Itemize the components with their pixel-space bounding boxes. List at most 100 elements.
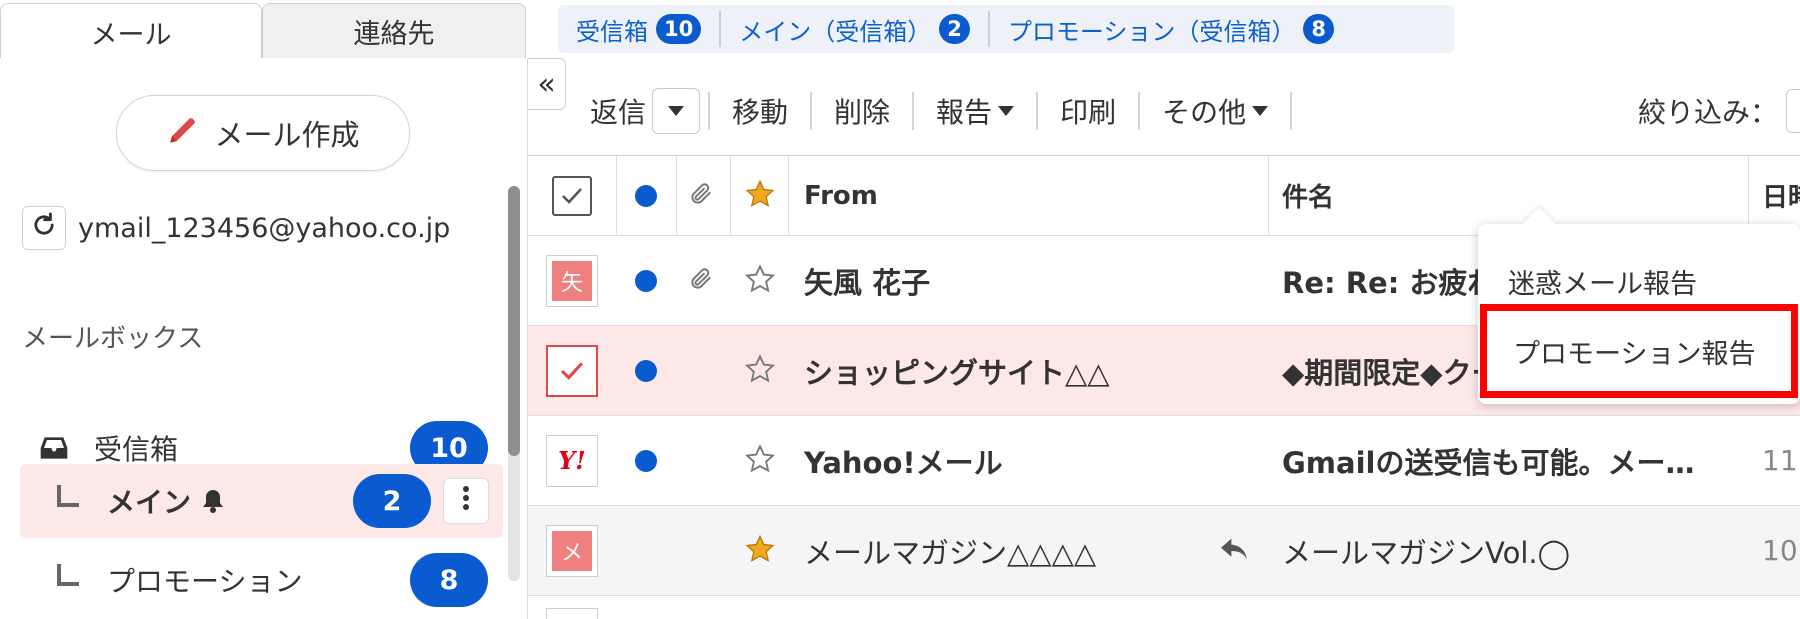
move-button[interactable]: 移動 [710, 91, 810, 131]
unread-column-icon[interactable] [635, 184, 657, 207]
tab-contacts[interactable]: 連絡先 [262, 3, 526, 58]
table-row[interactable] [528, 595, 1800, 619]
select-all-checkbox[interactable] [546, 170, 598, 222]
star-icon[interactable] [744, 263, 776, 299]
compose-button[interactable]: メール作成 [116, 95, 410, 171]
menu-item-promotion-report[interactable]: プロモーション報告 [1480, 304, 1798, 398]
divider [730, 156, 731, 235]
sidebar-item-label: メイン [107, 486, 192, 519]
double-chevron-left-icon: « [537, 66, 556, 102]
message-from: 矢風 花子 [804, 265, 931, 300]
sender-avatar[interactable]: メ [546, 524, 598, 577]
folder-summary-bar: 受信箱 10 メイン（受信箱） 2 プロモーション（受信箱） 8 [558, 5, 1454, 53]
report-menu: 迷惑メール報告 プロモーション報告 [1478, 224, 1800, 404]
tab-mail[interactable]: メール [0, 3, 262, 61]
main-pane: « 返信 移動 削除 報告 印刷 その他 絞り込み： From 件名 日 矢 矢… [528, 58, 1800, 619]
promotion-count-badge: 8 [410, 553, 488, 607]
inbox-icon [38, 434, 70, 462]
avatar: メ [546, 524, 598, 577]
reply-dropdown-button[interactable] [652, 88, 701, 134]
tree-connector [57, 485, 79, 507]
checkbox-checked [546, 344, 598, 397]
summary-inbox[interactable]: 受信箱 10 [558, 5, 719, 53]
filter-select[interactable] [1786, 89, 1800, 133]
refresh-button[interactable] [22, 206, 66, 250]
sidebar-item-label: 受信箱 [94, 433, 179, 466]
summary-inbox-label: 受信箱 [576, 17, 648, 46]
menu-item-spam-report[interactable]: 迷惑メール報告 [1508, 262, 1697, 301]
column-header-subject[interactable]: 件名 [1282, 177, 1334, 214]
star-column-icon[interactable] [744, 178, 776, 214]
divider [788, 156, 789, 235]
account-row: ymail_123456@yahoo.co.jp [22, 206, 450, 250]
reply-label: 返信 [590, 96, 647, 129]
message-from: Yahoo!メール [804, 445, 1003, 480]
menu-item-promotion-report-label: プロモーション報告 [1513, 338, 1756, 370]
filter-control[interactable]: 絞り込み： [1638, 76, 1800, 146]
collapse-sidebar-button[interactable]: « [528, 58, 566, 110]
divider [1290, 92, 1293, 130]
divider [1268, 156, 1269, 235]
row-checkbox[interactable] [546, 344, 598, 397]
sidebar-item-promotion[interactable]: プロモーション 8 [20, 544, 503, 616]
more-button[interactable]: その他 [1140, 91, 1290, 131]
divider [616, 156, 617, 235]
attachment-icon [688, 265, 714, 297]
column-header-date[interactable]: 日時 [1762, 177, 1800, 214]
column-header-from[interactable]: From [804, 181, 878, 211]
message-from: ショッピングサイト△△ [804, 355, 1110, 390]
sender-avatar[interactable]: 矢 [546, 254, 598, 307]
unread-dot-icon[interactable] [635, 359, 657, 382]
avatar: 矢 [546, 254, 598, 307]
sender-avatar[interactable]: Y! [546, 434, 598, 487]
sidebar: メール作成 ymail_123456@yahoo.co.jp メールボックス 受… [0, 58, 528, 619]
filter-label: 絞り込み： [1637, 96, 1778, 129]
checkbox [552, 175, 592, 216]
message-from: メールマガジン△△△△ [804, 535, 1097, 570]
tab-contacts-label: 連絡先 [353, 18, 435, 50]
delete-label: 削除 [834, 96, 891, 129]
summary-promotion[interactable]: プロモーション（受信箱） 8 [990, 5, 1352, 53]
report-button[interactable]: 報告 [914, 91, 1036, 131]
account-email: ymail_123456@yahoo.co.jp [78, 212, 451, 244]
table-row[interactable]: Y! Yahoo!メール Gmailの送受信も可能。メー… 11 [528, 415, 1800, 505]
avatar-initial: 矢 [552, 260, 592, 301]
yahoo-logo: Y! [558, 446, 586, 475]
sender-avatar[interactable] [546, 608, 598, 619]
tab-mail-label: メール [90, 20, 172, 51]
star-icon[interactable] [744, 443, 776, 479]
summary-main[interactable]: メイン（受信箱） 2 [721, 5, 988, 53]
summary-main-label: メイン（受信箱） [739, 17, 932, 46]
message-subject: Gmailの送受信も可能。メー… [1282, 445, 1695, 480]
summary-promotion-label: プロモーション（受信箱） [1007, 17, 1296, 46]
print-button[interactable]: 印刷 [1038, 91, 1138, 131]
main-count-badge: 2 [353, 474, 431, 528]
report-label: 報告 [936, 96, 993, 129]
table-header: From 件名 日時 [528, 155, 1800, 235]
attachment-column-icon[interactable] [688, 180, 714, 212]
move-label: 移動 [732, 96, 789, 129]
sidebar-item-main[interactable]: メイン 2 [20, 464, 503, 538]
message-date: 11 [1762, 444, 1798, 477]
caret-down-icon [668, 106, 685, 116]
compose-label: メール作成 [214, 118, 360, 152]
delete-button[interactable]: 削除 [812, 91, 912, 131]
avatar-initial: メ [552, 530, 592, 571]
more-vertical-icon [462, 485, 470, 518]
summary-inbox-count: 10 [656, 14, 702, 44]
caret-down-icon [998, 106, 1015, 116]
bell-icon [201, 488, 225, 514]
summary-main-count: 2 [939, 14, 970, 44]
star-icon[interactable] [744, 353, 776, 389]
unread-dot-icon[interactable] [635, 269, 657, 292]
toolbar: 返信 移動 削除 報告 印刷 その他 [568, 76, 1800, 146]
folder-menu-button[interactable] [443, 478, 489, 524]
star-icon[interactable] [744, 533, 776, 569]
replied-icon [1218, 536, 1250, 566]
reply-button[interactable]: 返信 [568, 91, 658, 131]
more-label: その他 [1162, 96, 1247, 129]
unread-dot-icon[interactable] [635, 449, 657, 472]
table-row[interactable]: メ メールマガジン△△△△ メールマガジンVol.◯ 10 [528, 505, 1800, 595]
sidebar-scrollbar-thumb[interactable] [508, 186, 520, 456]
message-date: 10 [1762, 534, 1798, 567]
